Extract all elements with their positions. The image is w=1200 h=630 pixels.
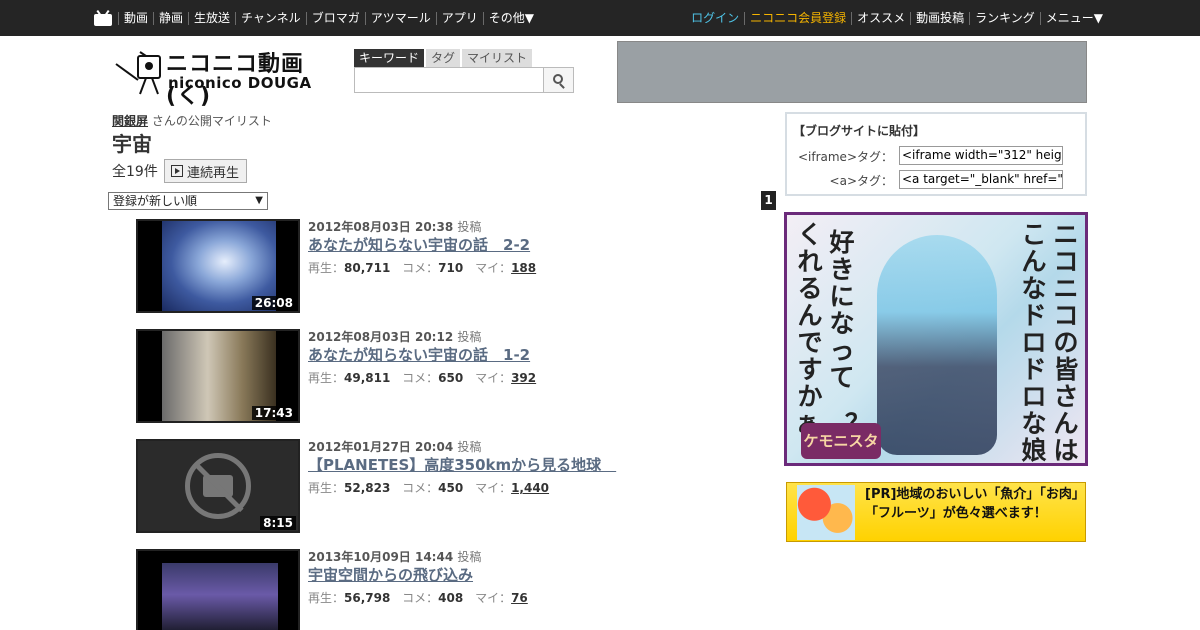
video-title-link[interactable]: あなたが知らない宇宙の話 2-2 <box>308 235 648 255</box>
post-date: 2013年10月09日 14:44 投稿 <box>308 550 482 564</box>
video-thumbnail[interactable]: 26:08 <box>136 219 300 313</box>
nav-video[interactable]: 動画 <box>118 11 153 25</box>
continuous-play-label: 連続再生 <box>187 165 240 181</box>
nav-upload[interactable]: 動画投稿 <box>910 11 969 25</box>
search-input[interactable] <box>354 67 544 93</box>
logo-subtitle: niconico DOUGA <box>168 74 312 92</box>
mylist-count-link[interactable]: 392 <box>511 371 536 385</box>
video-list-item: 17:43 2012年08月03日 20:12 投稿 あなたが知らない宇宙の話 … <box>136 329 656 425</box>
iframe-tag-label: <iframe>タグ： <box>797 150 893 164</box>
top-navigation-bar: 動画 静画 生放送 チャンネル ブロマガ アツマール アプリ その他▼ ログイン… <box>0 0 1200 36</box>
game-ad-banner[interactable]: くれるんですかぁ…？ 好きになって こんなドロドロな娘でも… ニコニコの皆さんは… <box>784 212 1088 466</box>
video-thumbnail[interactable]: 17:43 <box>136 329 300 423</box>
tv-mascot-icon <box>115 51 161 95</box>
ad-copy-line: こんなドロドロな娘でも… <box>1021 220 1047 465</box>
blog-embed-box: 【ブログサイトに貼付】 <iframe>タグ： <iframe width="3… <box>785 112 1087 196</box>
food-image <box>797 485 855 540</box>
nav-channel[interactable]: チャンネル <box>235 11 306 25</box>
ad-copy-line: くれるんですかぁ…？ <box>795 220 870 437</box>
nav-app[interactable]: アプリ <box>435 11 483 25</box>
ad-copy-line: ニコニコの皆さんはぁ… <box>1053 220 1079 465</box>
a-embed-field[interactable]: <a target="_blank" href="https <box>899 170 1063 189</box>
iframe-embed-field[interactable]: <iframe width="312" height="1 <box>899 146 1063 165</box>
niconico-logo[interactable]: ニコニコ動画(く) niconico DOUGA <box>112 46 348 109</box>
video-duration: 17:43 <box>251 406 296 420</box>
register-link[interactable]: ニコニコ会員登録 <box>744 11 851 25</box>
tab-mylist[interactable]: マイリスト <box>462 49 533 67</box>
pr-ad-text: [PR]地域のおいしい「魚介」「お肉」「フルーツ」が色々選べます！ <box>865 487 1079 521</box>
video-stats: 再生：80,711 コメ：710 マイ：188 <box>308 261 537 275</box>
ad-number-badge: 1 <box>761 191 776 210</box>
search-button[interactable] <box>543 67 574 93</box>
dropdown-arrow-icon: ▼ <box>255 195 263 206</box>
niconico-tv-icon[interactable] <box>94 9 112 26</box>
mylist-count-link[interactable]: 1,440 <box>511 481 549 495</box>
video-stats: 再生：56,798 コメ：408 マイ：76 <box>308 591 528 605</box>
continuous-play-button[interactable]: 連続再生 <box>164 159 248 183</box>
no-thumbnail-icon <box>185 453 251 519</box>
nav-live[interactable]: 生放送 <box>188 11 235 25</box>
video-duration: 26:08 <box>251 296 296 310</box>
nav-left: 動画 静画 生放送 チャンネル ブロマガ アツマール アプリ その他▼ <box>94 0 539 36</box>
owner-link[interactable]: 関銀屏 <box>112 114 148 128</box>
nav-others-menu[interactable]: その他▼ <box>482 11 539 25</box>
top-ad-banner[interactable] <box>617 41 1087 103</box>
item-count: 全19件 <box>112 164 158 180</box>
video-list-item: 8:15 2012年01月27日 20:04 投稿 【PLANETES】高度35… <box>136 439 656 535</box>
tab-tag[interactable]: タグ <box>426 49 461 67</box>
game-logo: ケモニスタ <box>801 423 881 459</box>
mylist-count-link[interactable]: 188 <box>511 261 536 275</box>
video-list-item: 2013年10月09日 14:44 投稿 宇宙空間からの飛び込み 再生：56,7… <box>136 549 656 630</box>
nav-seiga[interactable]: 静画 <box>153 11 188 25</box>
page-title: 宇宙 <box>112 132 152 156</box>
ad-copy-line: 好きになって <box>829 228 855 392</box>
nav-atsumaru[interactable]: アツマール <box>364 11 436 25</box>
video-thumbnail[interactable]: 8:15 <box>136 439 300 533</box>
nav-menu[interactable]: メニュー▼ <box>1039 11 1108 25</box>
pr-ad-box[interactable]: [PR]地域のおいしい「魚介」「お肉」「フルーツ」が色々選べます！ <box>786 482 1086 542</box>
video-thumbnail[interactable] <box>136 549 300 630</box>
search-tabs: キーワード タグ マイリスト <box>354 49 534 67</box>
mylist-owner-line: 関銀屏 さんの公開マイリスト <box>112 112 272 129</box>
play-icon <box>171 165 183 177</box>
video-title-link[interactable]: 宇宙空間からの飛び込み <box>308 565 648 585</box>
blog-embed-label: 【ブログサイトに貼付】 <box>793 124 926 138</box>
login-link[interactable]: ログイン <box>686 11 744 25</box>
nav-recommend[interactable]: オススメ <box>851 11 910 25</box>
search-icon <box>553 74 563 84</box>
nav-blomaga[interactable]: ブロマガ <box>305 11 365 25</box>
sort-select[interactable]: 登録が新しい順 ▼ <box>108 192 268 210</box>
video-stats: 再生：52,823 コメ：450 マイ：1,440 <box>308 481 550 495</box>
nav-ranking[interactable]: ランキング <box>969 11 1040 25</box>
video-list-item: 26:08 2012年08月03日 20:38 投稿 あなたが知らない宇宙の話 … <box>136 219 656 315</box>
post-date: 2012年01月27日 20:04 投稿 <box>308 440 482 454</box>
video-title-link[interactable]: 【PLANETES】高度350kmから見る地球 <box>308 455 648 475</box>
mylist-count-link[interactable]: 76 <box>511 591 528 605</box>
video-stats: 再生：49,811 コメ：650 マイ：392 <box>308 371 537 385</box>
post-date: 2012年08月03日 20:38 投稿 <box>308 220 482 234</box>
video-duration: 8:15 <box>260 516 296 530</box>
video-title-link[interactable]: あなたが知らない宇宙の話 1-2 <box>308 345 648 365</box>
a-tag-label: <a>タグ： <box>829 174 893 188</box>
post-date: 2012年08月03日 20:12 投稿 <box>308 330 482 344</box>
ad-character-image <box>877 235 997 455</box>
nav-right: ログイン ニコニコ会員登録 オススメ 動画投稿 ランキング メニュー▼ <box>686 0 1108 36</box>
owner-suffix: さんの公開マイリスト <box>151 114 272 128</box>
tab-keyword[interactable]: キーワード <box>354 49 425 67</box>
sort-value: 登録が新しい順 <box>113 194 198 208</box>
